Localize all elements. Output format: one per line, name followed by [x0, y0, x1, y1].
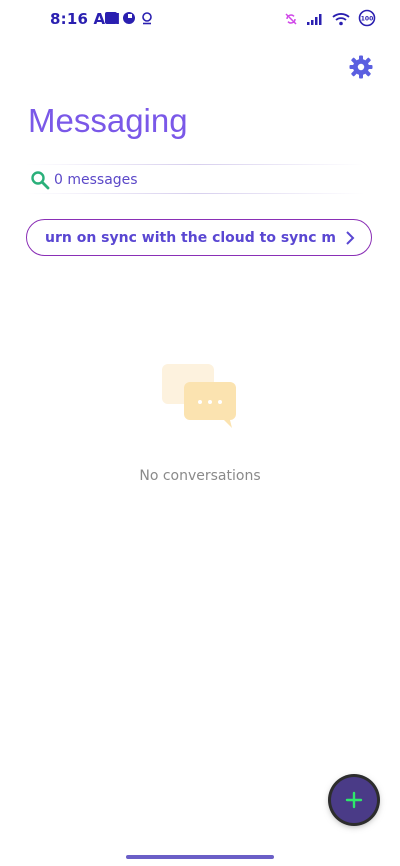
divider	[26, 193, 364, 194]
app-circle-icon	[122, 10, 136, 29]
signal-icon	[306, 11, 324, 30]
search-icon	[30, 170, 50, 190]
sync-banner-button[interactable]: urn on sync with the cloud to sync messa…	[26, 219, 372, 256]
sync-banner-text: urn on sync with the cloud to sync messa…	[45, 230, 335, 246]
no-sync-icon	[284, 11, 298, 30]
status-notification-icons	[104, 10, 154, 29]
app-square-icon	[104, 10, 118, 29]
chevron-right-icon	[343, 230, 357, 246]
new-conversation-button[interactable]	[331, 777, 377, 823]
home-indicator[interactable]	[126, 855, 274, 859]
battery-icon: 100	[358, 9, 376, 31]
empty-state-text: No conversations	[139, 468, 261, 484]
settings-button[interactable]	[348, 54, 374, 80]
search-bar[interactable]: 0 messages	[26, 164, 364, 194]
location-pin-icon	[140, 10, 154, 29]
status-system-icons: 100	[284, 9, 376, 31]
empty-conversations-illustration	[160, 362, 240, 432]
divider	[26, 164, 364, 165]
plus-icon	[345, 791, 363, 809]
message-count: 0 messages	[54, 172, 138, 188]
wifi-icon	[332, 11, 350, 30]
gear-icon	[349, 55, 373, 79]
status-bar: 8:16 AM 100	[0, 0, 400, 36]
page-title: Messaging	[28, 102, 188, 139]
battery-level: 100	[361, 16, 374, 23]
